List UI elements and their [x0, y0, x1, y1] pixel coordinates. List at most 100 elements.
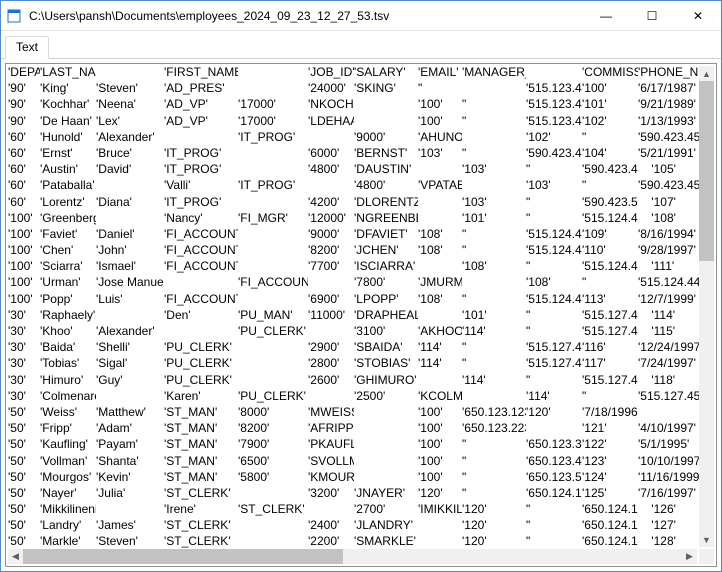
cell: '2700': [354, 501, 418, 517]
table-row[interactable]: '90''Kochhar''Neena''AD_VP''17000''NKOCH…: [8, 96, 699, 112]
table-row[interactable]: '30''Khoo''Alexander''PU_CLERK''3100''AK…: [8, 323, 699, 339]
table-row[interactable]: '100''Greenberg''Nancy''FI_MGR''12000''N…: [8, 210, 699, 226]
cell: 'Khoo': [40, 323, 96, 339]
cell: '4/10/1997': [638, 420, 699, 436]
table-row[interactable]: '100''Sciarra''Ismael''FI_ACCOUNT''7700'…: [8, 258, 699, 274]
cell: 'PKAUFLIN': [308, 436, 354, 452]
cell: ": [526, 258, 582, 274]
cell: ": [462, 469, 526, 485]
cell: 'Guy': [96, 372, 164, 388]
scroll-down-arrow[interactable]: ▼: [699, 532, 714, 547]
cell: '7/24/1997': [638, 355, 699, 371]
cell: 'MWEISS': [308, 404, 354, 420]
table-row[interactable]: '100''Urman''Jose Manuel''FI_ACCOUNT''78…: [8, 274, 699, 290]
cell: 'ISCIARRA': [354, 258, 418, 274]
vertical-scrollbar[interactable]: ▲ ▼: [699, 66, 714, 547]
cell: ": [462, 242, 526, 258]
table-row[interactable]: '60''Hunold''Alexander''IT_PROG''9000''A…: [8, 129, 699, 145]
titlebar[interactable]: C:\Users\pansh\Documents\employees_2024_…: [1, 1, 721, 31]
text-grid[interactable]: 'DEPARTMENT_ID''LAST_NAME''FIRST_NAME''J…: [6, 64, 716, 566]
cell: '103': [462, 194, 526, 210]
minimize-icon: —: [600, 9, 612, 23]
horizontal-scrollbar[interactable]: ◀ ▶: [8, 549, 697, 564]
cell: 'Payam': [96, 436, 164, 452]
scroll-left-arrow[interactable]: ◀: [8, 549, 23, 564]
cell: 'Julia': [96, 485, 164, 501]
cell: 'PHONE_NUM: [638, 64, 699, 80]
table-row[interactable]: '50''Markle''Steven''ST_CLERK''2200''SMA…: [8, 533, 699, 549]
table-row[interactable]: '50''Nayer''Julia''ST_CLERK''3200''JNAYE…: [8, 485, 699, 501]
cell: '17000': [238, 96, 308, 112]
cell: '111' '9/30/1997': [638, 258, 699, 274]
cell: 'ST_MAN': [164, 453, 238, 469]
tab-text[interactable]: Text: [5, 36, 49, 59]
table-row[interactable]: '50''Landry''James''ST_CLERK''2400''JLAN…: [8, 517, 699, 533]
cell: ": [462, 291, 526, 307]
table-row[interactable]: '50''Mikkilineni''Irene''ST_CLERK''2700'…: [8, 501, 699, 517]
cell: '114': [418, 339, 462, 355]
cell: '108': [418, 291, 462, 307]
cell: '12000': [308, 210, 354, 226]
cell: 'ST_CLERK': [164, 517, 238, 533]
cell: 'Diana': [96, 194, 164, 210]
table-row[interactable]: '100''Popp''Luis''FI_ACCOUNT''6900''LPOP…: [8, 291, 699, 307]
cell: 'NKOCHHAR': [308, 96, 354, 112]
tabbar: Text: [1, 31, 721, 59]
minimize-button[interactable]: —: [583, 1, 629, 30]
table-row[interactable]: '60''Pataballa''Valli''IT_PROG''4800''VP…: [8, 177, 699, 193]
cell: '515.124.4369': [582, 258, 638, 274]
cell: 'IT_PROG': [164, 145, 238, 161]
table-row[interactable]: '30''Himuro''Guy''PU_CLERK''2600''GHIMUR…: [8, 372, 699, 388]
table-row[interactable]: '90''King''Steven''AD_PRES''24000''SKING…: [8, 80, 699, 96]
table-row[interactable]: '30''Raphaely''Den''PU_MAN''11000''DRAPH…: [8, 307, 699, 323]
table-row[interactable]: '50''Weiss''Matthew''ST_MAN''8000''MWEIS…: [8, 404, 699, 420]
cell: ": [582, 177, 638, 193]
cell: '515.124.4567': [526, 291, 582, 307]
cell: '590.423.4560' '106' '2/5: [638, 177, 699, 193]
cell: '515.127.4563': [526, 339, 582, 355]
cell: 'PU_CLERK': [164, 372, 238, 388]
cell: '515.127.4561': [582, 307, 638, 323]
vertical-scroll-thumb[interactable]: [699, 81, 714, 261]
table-row[interactable]: '50''Fripp''Adam''ST_MAN''8200''AFRIPP''…: [8, 420, 699, 436]
table-row[interactable]: '100''Faviet''Daniel''FI_ACCOUNT''9000''…: [8, 226, 699, 242]
cell: 'Ernst': [40, 145, 96, 161]
cell: ": [582, 388, 638, 404]
table-row[interactable]: '50''Vollman''Shanta''ST_MAN''6500''SVOL…: [8, 453, 699, 469]
cell: 'JOB_ID': [308, 64, 354, 80]
close-button[interactable]: ✕: [675, 1, 721, 30]
cell: '2500': [354, 388, 418, 404]
app-window: C:\Users\pansh\Documents\employees_2024_…: [0, 0, 722, 572]
cell: 'STOBIAS': [354, 355, 418, 371]
table-row[interactable]: '50''Kaufling''Payam''ST_MAN''7900''PKAU…: [8, 436, 699, 452]
cell: 'Sciarra': [40, 258, 96, 274]
cell: '515.127.4562': [582, 323, 638, 339]
cell: '650.124.1224': [582, 501, 638, 517]
table-row[interactable]: '30''Baida''Shelli''PU_CLERK''2900''SBAI…: [8, 339, 699, 355]
cell: '50': [8, 533, 40, 549]
table-row[interactable]: '100''Chen''John''FI_ACCOUNT''8200''JCHE…: [8, 242, 699, 258]
cell: ": [526, 194, 582, 210]
cell: 'IT_PROG': [238, 177, 308, 193]
cell: '6500': [238, 453, 308, 469]
header-row[interactable]: 'DEPARTMENT_ID''LAST_NAME''FIRST_NAME''J…: [8, 64, 699, 80]
table-row[interactable]: '30''Tobias''Sigal''PU_CLERK''2800''STOB…: [8, 355, 699, 371]
cell: '5/1/1995': [638, 436, 699, 452]
table-row[interactable]: '90''De Haan''Lex''AD_VP''17000''LDEHAAN…: [8, 113, 699, 129]
maximize-button[interactable]: ☐: [629, 1, 675, 30]
cell: '515.123.4569': [526, 113, 582, 129]
table-row[interactable]: '60''Austin''David''IT_PROG''4800''DAUST…: [8, 161, 699, 177]
table-row[interactable]: '60''Ernst''Bruce''IT_PROG''6000''BERNST…: [8, 145, 699, 161]
cell: '108': [418, 242, 462, 258]
cell: '650.124.1434': [582, 533, 638, 549]
cell: 'LAST_NAME': [40, 64, 96, 80]
table-row[interactable]: '60''Lorentz''Diana''IT_PROG''4200''DLOR…: [8, 194, 699, 210]
cell: '11000': [308, 307, 354, 323]
scroll-up-arrow[interactable]: ▲: [699, 66, 714, 81]
table-row[interactable]: '50''Mourgos''Kevin''ST_MAN''5800''KMOUR…: [8, 469, 699, 485]
table-row[interactable]: '30''Colmenares''Karen''PU_CLERK''2500''…: [8, 388, 699, 404]
cell: '2800': [308, 355, 354, 371]
scroll-right-arrow[interactable]: ▶: [682, 549, 697, 564]
horizontal-scroll-thumb[interactable]: [23, 549, 343, 564]
cell: '30': [8, 355, 40, 371]
